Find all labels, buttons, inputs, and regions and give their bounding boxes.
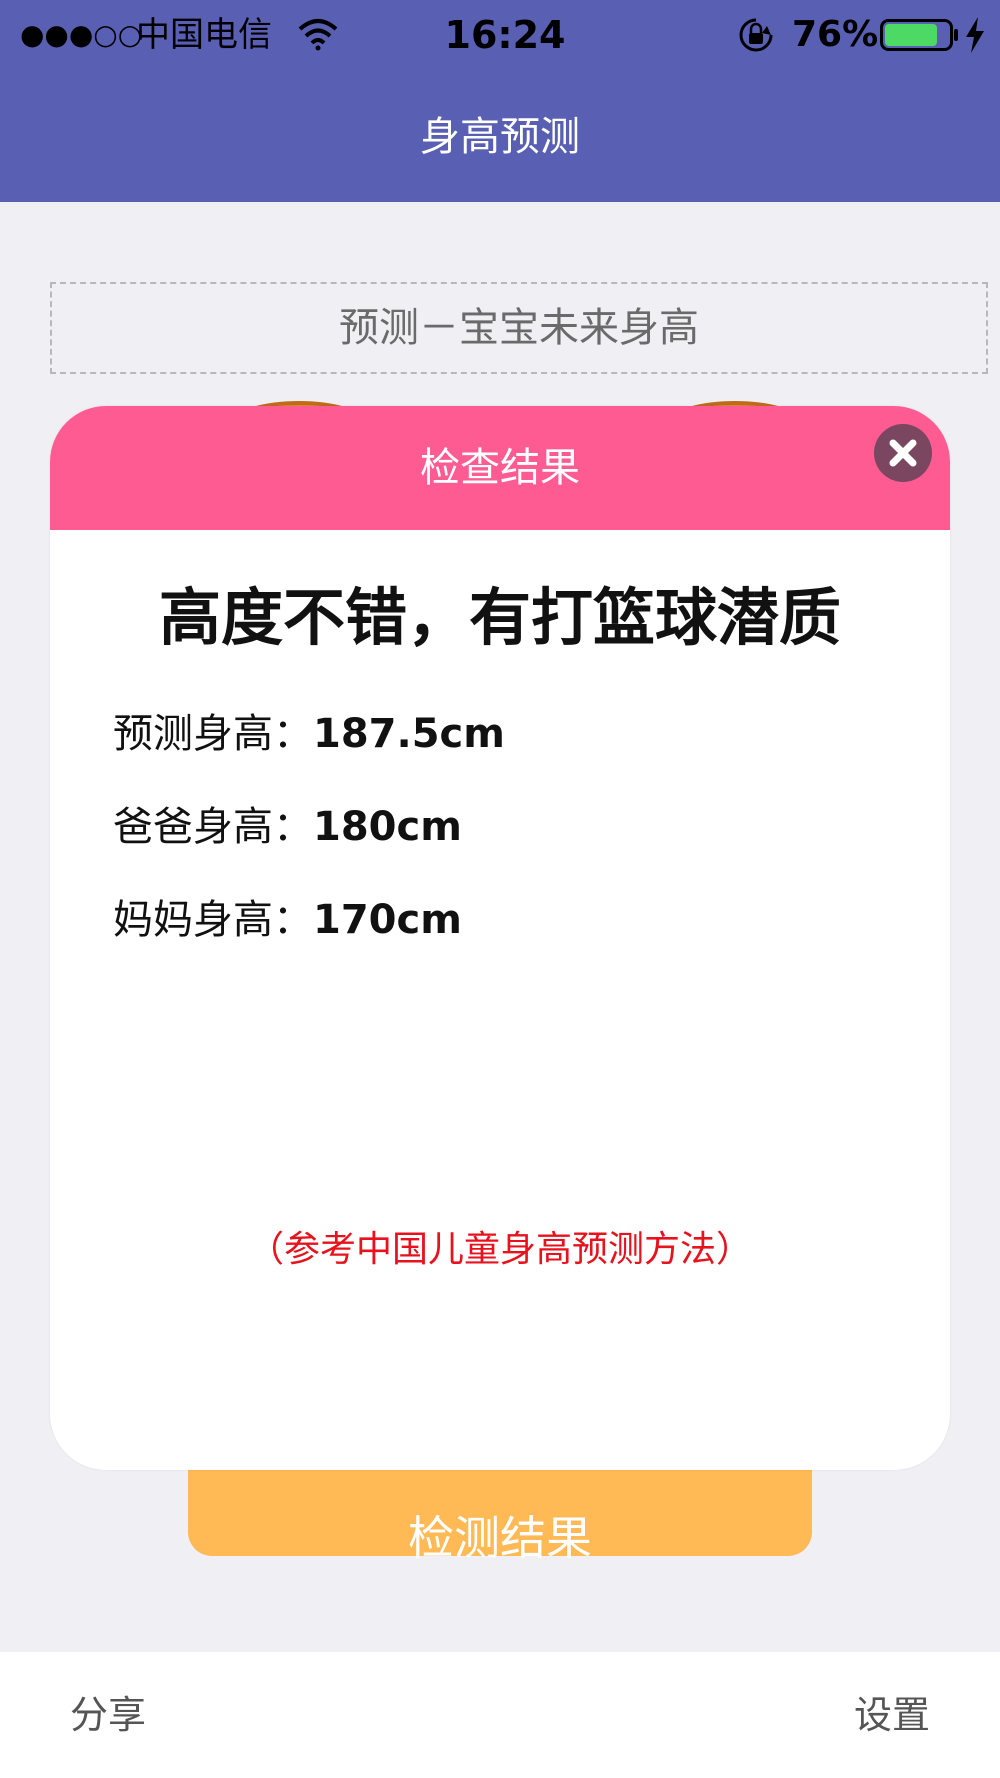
predicted-height-label: 预测身高： [113, 711, 313, 757]
close-button[interactable] [874, 424, 932, 482]
result-headline: 高度不错，有打篮球潜质 [158, 581, 841, 654]
charging-icon [964, 17, 986, 57]
father-height-label: 爸爸身高： [113, 804, 313, 850]
nav-title: 身高预测 [420, 114, 580, 160]
rotation-lock-icon [737, 16, 775, 58]
battery-percent: 76% [792, 14, 879, 55]
battery-icon [880, 19, 960, 55]
predict-header-box: 预测－宝宝未来身高 [50, 282, 988, 374]
mother-height-row: 妈妈身高：170cm [113, 890, 873, 950]
detect-result-label: 检测结果 [408, 1511, 592, 1565]
top-bar: ●●●○○ 中国电信 16:24 76% 身高预测 [0, 0, 1000, 202]
settings-button[interactable]: 设置 [854, 1652, 930, 1778]
mother-height-label: 妈妈身高： [113, 897, 313, 943]
predicted-height-value: 187.5cm [313, 711, 505, 757]
predicted-height-row: 预测身高：187.5cm [113, 704, 873, 764]
modal-title: 检查结果 [420, 445, 580, 491]
status-bar: ●●●○○ 中国电信 16:24 76% [0, 0, 1000, 70]
share-button[interactable]: 分享 [70, 1652, 146, 1778]
father-height-row: 爸爸身高：180cm [113, 797, 873, 857]
bottom-toolbar: 分享 设置 [0, 1652, 1000, 1778]
father-height-value: 180cm [313, 804, 462, 850]
close-icon [889, 439, 917, 467]
reference-note: （参考中国儿童身高预测方法） [247, 1229, 752, 1270]
mother-height-value: 170cm [313, 897, 462, 943]
result-modal: 检查结果 高度不错，有打篮球潜质 预测身高：187.5cm 爸爸身高：180cm… [50, 406, 950, 1470]
modal-header: 检查结果 [50, 406, 950, 530]
